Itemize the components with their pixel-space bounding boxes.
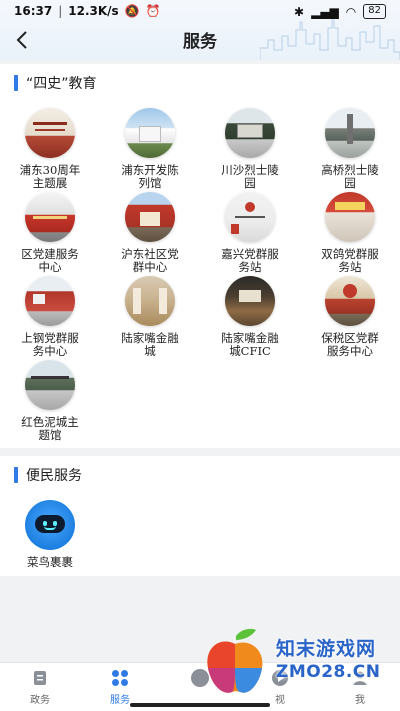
document-icon	[30, 668, 50, 688]
grid-item-cainiao-guoguo[interactable]: 菜鸟裹裹	[0, 500, 100, 569]
party-station-photo	[325, 192, 375, 242]
bluetooth-icon: ✱	[294, 4, 305, 19]
grid-icon	[110, 668, 130, 688]
service-center-photo	[25, 192, 75, 242]
mute-icon: 🔕	[124, 4, 140, 18]
top-bar-background: 16:37 | 12.3K/s 🔕 ⏰ ✱ ▂▄▆ ◠ 82 服务	[0, 0, 400, 60]
cainiao-robot-icon	[25, 500, 75, 550]
home-indicator	[130, 703, 270, 707]
grid-item-pudong-development-museum[interactable]: 浦东开发陈列馆	[100, 108, 200, 190]
grid-item-red-nicheng-theme-hall[interactable]: 红色泥城主题馆	[0, 360, 100, 442]
page-header: 服务	[0, 22, 400, 58]
status-time: 16:37	[14, 4, 53, 18]
grid-item-lujiazui-financial-city[interactable]: 陆家嘴金融城	[100, 276, 200, 358]
alarm-icon: ⏰	[145, 4, 161, 18]
grid-item-chuansha-martyrs-cemetery[interactable]: 川沙烈士陵园	[200, 108, 300, 190]
cemetery-photo	[325, 108, 375, 158]
community-center-photo	[125, 192, 175, 242]
grid-item-shuangge-party-station[interactable]: 双鸽党群服务站	[300, 192, 400, 274]
grid-item-pudong-30th-exhibition[interactable]: 浦东30周年主题展	[0, 108, 100, 190]
section-title: 便民服务	[26, 468, 82, 484]
theme-hall-photo	[25, 360, 75, 410]
network-speed: 12.3K/s	[68, 4, 119, 18]
watermark-name: 知末游戏网	[276, 638, 377, 660]
grid-item-jiaxing-party-station[interactable]: 嘉兴党群服务站	[200, 192, 300, 274]
status-bar: 16:37 | 12.3K/s 🔕 ⏰ ✱ ▂▄▆ ◠ 82	[0, 0, 400, 24]
convenience-services-section: 便民服务 菜鸟裹裹	[0, 456, 400, 576]
hall-interior-photo	[325, 276, 375, 326]
watermark-domain: ZMO28.CN	[276, 662, 381, 682]
history-education-section: “四史”教育 浦东30周年主题展 浦东开发陈列馆 川沙烈士陵园 高桥烈士陵园 区…	[0, 64, 400, 448]
party-center-photo	[25, 276, 75, 326]
exhibition-photo	[25, 108, 75, 158]
hall-interior-photo	[225, 276, 275, 326]
exhibition-hall-photo	[125, 276, 175, 326]
tab-government[interactable]: 政务	[0, 663, 80, 711]
cemetery-photo	[225, 108, 275, 158]
signal-icon: ▂▄▆	[311, 4, 339, 19]
grid-item-gaoqiao-martyrs-cemetery[interactable]: 高桥烈士陵园	[300, 108, 400, 190]
museum-photo	[125, 108, 175, 158]
grid-item-lujiazui-financial-city-cfic[interactable]: 陆家嘴金融城CFIC	[200, 276, 300, 358]
apple-logo-icon	[207, 628, 263, 693]
grid-item-bonded-zone-party-center[interactable]: 保税区党群服务中心	[300, 276, 400, 358]
section-accent-bar	[14, 467, 18, 483]
site-watermark: 知末游戏网 ZMO28.CN	[192, 618, 400, 703]
section-title: “四史”教育	[26, 76, 97, 92]
party-station-photo	[225, 192, 275, 242]
page-title: 服务	[183, 32, 217, 52]
grid-item-shanggang-party-center[interactable]: 上钢党群服务中心	[0, 276, 100, 358]
battery-indicator: 82	[363, 4, 386, 19]
wifi-icon: ◠	[345, 4, 357, 19]
grid-item-district-party-service-center[interactable]: 区党建服务中心	[0, 192, 100, 274]
grid-item-hudong-community-party-center[interactable]: 沪东社区党群中心	[100, 192, 200, 274]
section-accent-bar	[14, 75, 18, 91]
